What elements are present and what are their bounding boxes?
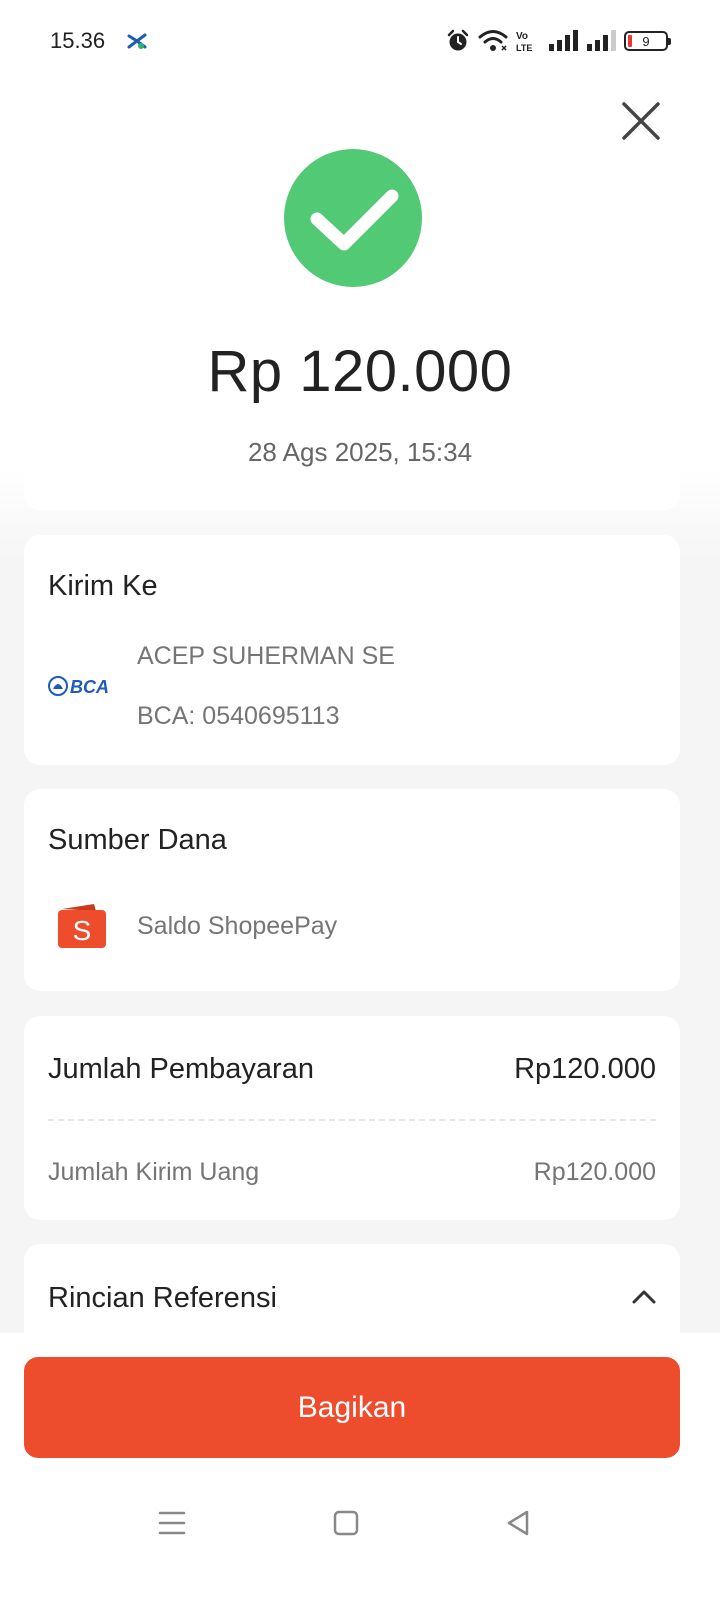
funding-source-title: Sumber Dana (48, 824, 227, 856)
system-navigation-bar (0, 1483, 720, 1563)
home-icon[interactable] (330, 1507, 362, 1539)
signal-icon (549, 30, 578, 51)
shopeepay-wallet-icon: S (58, 904, 106, 948)
status-time: 15.36 (50, 28, 106, 53)
success-check-icon (284, 149, 422, 287)
volte-icon: Vo LTE (516, 31, 532, 53)
signal-icon (587, 30, 616, 51)
bca-logo-icon: BCA (48, 676, 109, 697)
summary-card-bottom (24, 470, 680, 510)
menu-icon[interactable] (156, 1507, 188, 1539)
payment-card: Jumlah Pembayaran Rp120.000 Jumlah Kirim… (24, 1016, 680, 1220)
payment-title: Jumlah Pembayaran (48, 1053, 314, 1085)
transaction-datetime: 28 Ags 2025, 15:34 (247, 437, 473, 467)
recipient-name: ACEP SUHERMAN SE (137, 642, 395, 670)
recipient-account: BCA: 0540695113 (137, 702, 340, 730)
svg-text:S: S (73, 915, 92, 946)
reference-title: Rincian Referensi (48, 1282, 277, 1314)
dashed-divider (48, 1119, 656, 1121)
battery-icon: 9 (624, 31, 671, 51)
chevron-up-icon[interactable] (632, 1288, 656, 1304)
funding-source-name: Saldo ShopeePay (137, 912, 338, 940)
wifi-icon (478, 30, 508, 51)
bottom-action-area: Bagikan (0, 1333, 720, 1604)
transaction-amount: Rp 120.000 (207, 339, 513, 404)
status-bar: 15.36 Vo LTE 9 (0, 0, 720, 84)
recipient-card: Kirim Ke BCA ACEP SUHERMAN SE BCA: 05406… (24, 535, 680, 765)
funding-source-card: Sumber Dana S Saldo ShopeePay (24, 789, 680, 991)
transfer-amount-value: Rp120.000 (533, 1158, 656, 1186)
battery-level: 9 (642, 33, 650, 49)
alarm-icon (447, 29, 469, 51)
svg-text:Vo: Vo (516, 31, 528, 42)
payment-total: Rp120.000 (514, 1053, 656, 1085)
transfer-amount-label: Jumlah Kirim Uang (48, 1158, 260, 1186)
close-icon[interactable] (620, 100, 662, 142)
share-button[interactable]: Bagikan (24, 1357, 680, 1458)
svg-text:BCA: BCA (70, 677, 109, 697)
svg-text:LTE: LTE (516, 43, 532, 53)
recipient-title: Kirim Ke (48, 570, 158, 602)
xl-carrier-icon (127, 33, 147, 49)
back-icon[interactable] (502, 1507, 534, 1539)
